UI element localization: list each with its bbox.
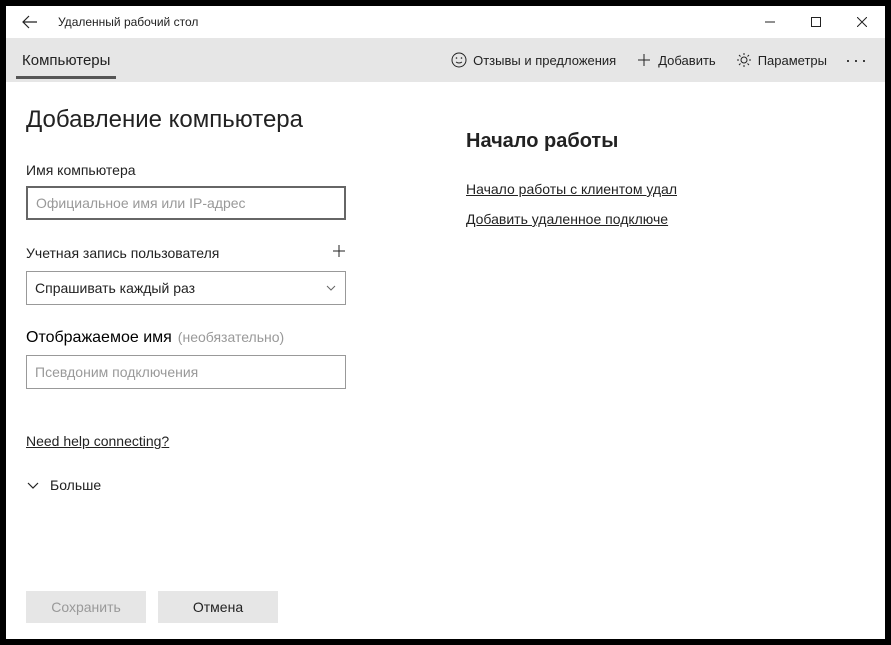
- pc-name-label: Имя компьютера: [26, 162, 346, 178]
- page-title: Добавление компьютера: [26, 106, 446, 134]
- main-panel: Добавление компьютера Имя компьютера Уче…: [6, 82, 466, 639]
- getting-started-title: Начало работы: [466, 130, 869, 153]
- chevron-down-icon: [26, 478, 40, 492]
- tab-label: Компьютеры: [22, 52, 110, 69]
- minimize-icon: [765, 17, 775, 27]
- feedback-label: Отзывы и предложения: [473, 53, 616, 68]
- user-account-field: Учетная запись пользователя Спрашивать к…: [26, 244, 446, 305]
- app-window: Удаленный рабочий стол Компьютеры Отзывы…: [6, 6, 885, 639]
- user-account-label: Учетная запись пользователя: [26, 245, 219, 261]
- plus-icon: [636, 52, 652, 68]
- side-panel: Начало работы Начало работы с клиентом у…: [466, 82, 885, 639]
- app-title: Удаленный рабочий стол: [58, 15, 747, 29]
- cancel-button[interactable]: Отмена: [158, 591, 278, 623]
- maximize-icon: [811, 17, 821, 27]
- arrow-left-icon: [22, 14, 38, 30]
- more-label: Больше: [50, 477, 101, 493]
- back-button[interactable]: [18, 10, 42, 34]
- ellipsis-icon: ···: [845, 50, 869, 71]
- plus-icon: [332, 244, 346, 258]
- save-button[interactable]: Сохранить: [26, 591, 146, 623]
- display-name-optional: (необязательно): [178, 329, 284, 345]
- maximize-button[interactable]: [793, 6, 839, 38]
- gear-icon: [736, 52, 752, 68]
- help-connecting-link[interactable]: Need help connecting?: [26, 433, 446, 449]
- user-account-select[interactable]: Спрашивать каждый раз: [26, 271, 346, 305]
- user-account-value: Спрашивать каждый раз: [35, 280, 195, 296]
- titlebar: Удаленный рабочий стол: [6, 6, 885, 38]
- add-user-account-button[interactable]: [332, 244, 346, 263]
- minimize-button[interactable]: [747, 6, 793, 38]
- getting-started-link-2[interactable]: Добавить удаленное подключе: [466, 211, 869, 227]
- add-button[interactable]: Добавить: [626, 38, 725, 82]
- display-name-input[interactable]: [26, 355, 346, 389]
- settings-button[interactable]: Параметры: [726, 38, 837, 82]
- pc-name-field: Имя компьютера: [26, 162, 446, 220]
- display-name-field: Отображаемое имя (необязательно): [26, 329, 446, 389]
- close-button[interactable]: [839, 6, 885, 38]
- toolbar: Компьютеры Отзывы и предложения Добавить…: [6, 38, 885, 82]
- add-label: Добавить: [658, 53, 715, 68]
- button-row: Сохранить Отмена: [26, 571, 446, 623]
- getting-started-link-1[interactable]: Начало работы с клиентом удал: [466, 181, 869, 197]
- chevron-down-icon: [325, 282, 337, 294]
- smile-icon: [451, 52, 467, 68]
- display-name-label: Отображаемое имя: [26, 329, 172, 347]
- settings-label: Параметры: [758, 53, 827, 68]
- pc-name-input[interactable]: [26, 186, 346, 220]
- tab-computers[interactable]: Компьютеры: [6, 38, 126, 82]
- more-menu-button[interactable]: ···: [837, 38, 877, 82]
- more-toggle[interactable]: Больше: [26, 477, 446, 493]
- feedback-button[interactable]: Отзывы и предложения: [441, 38, 626, 82]
- content-area: Добавление компьютера Имя компьютера Уче…: [6, 82, 885, 639]
- close-icon: [857, 17, 867, 27]
- window-controls: [747, 6, 885, 38]
